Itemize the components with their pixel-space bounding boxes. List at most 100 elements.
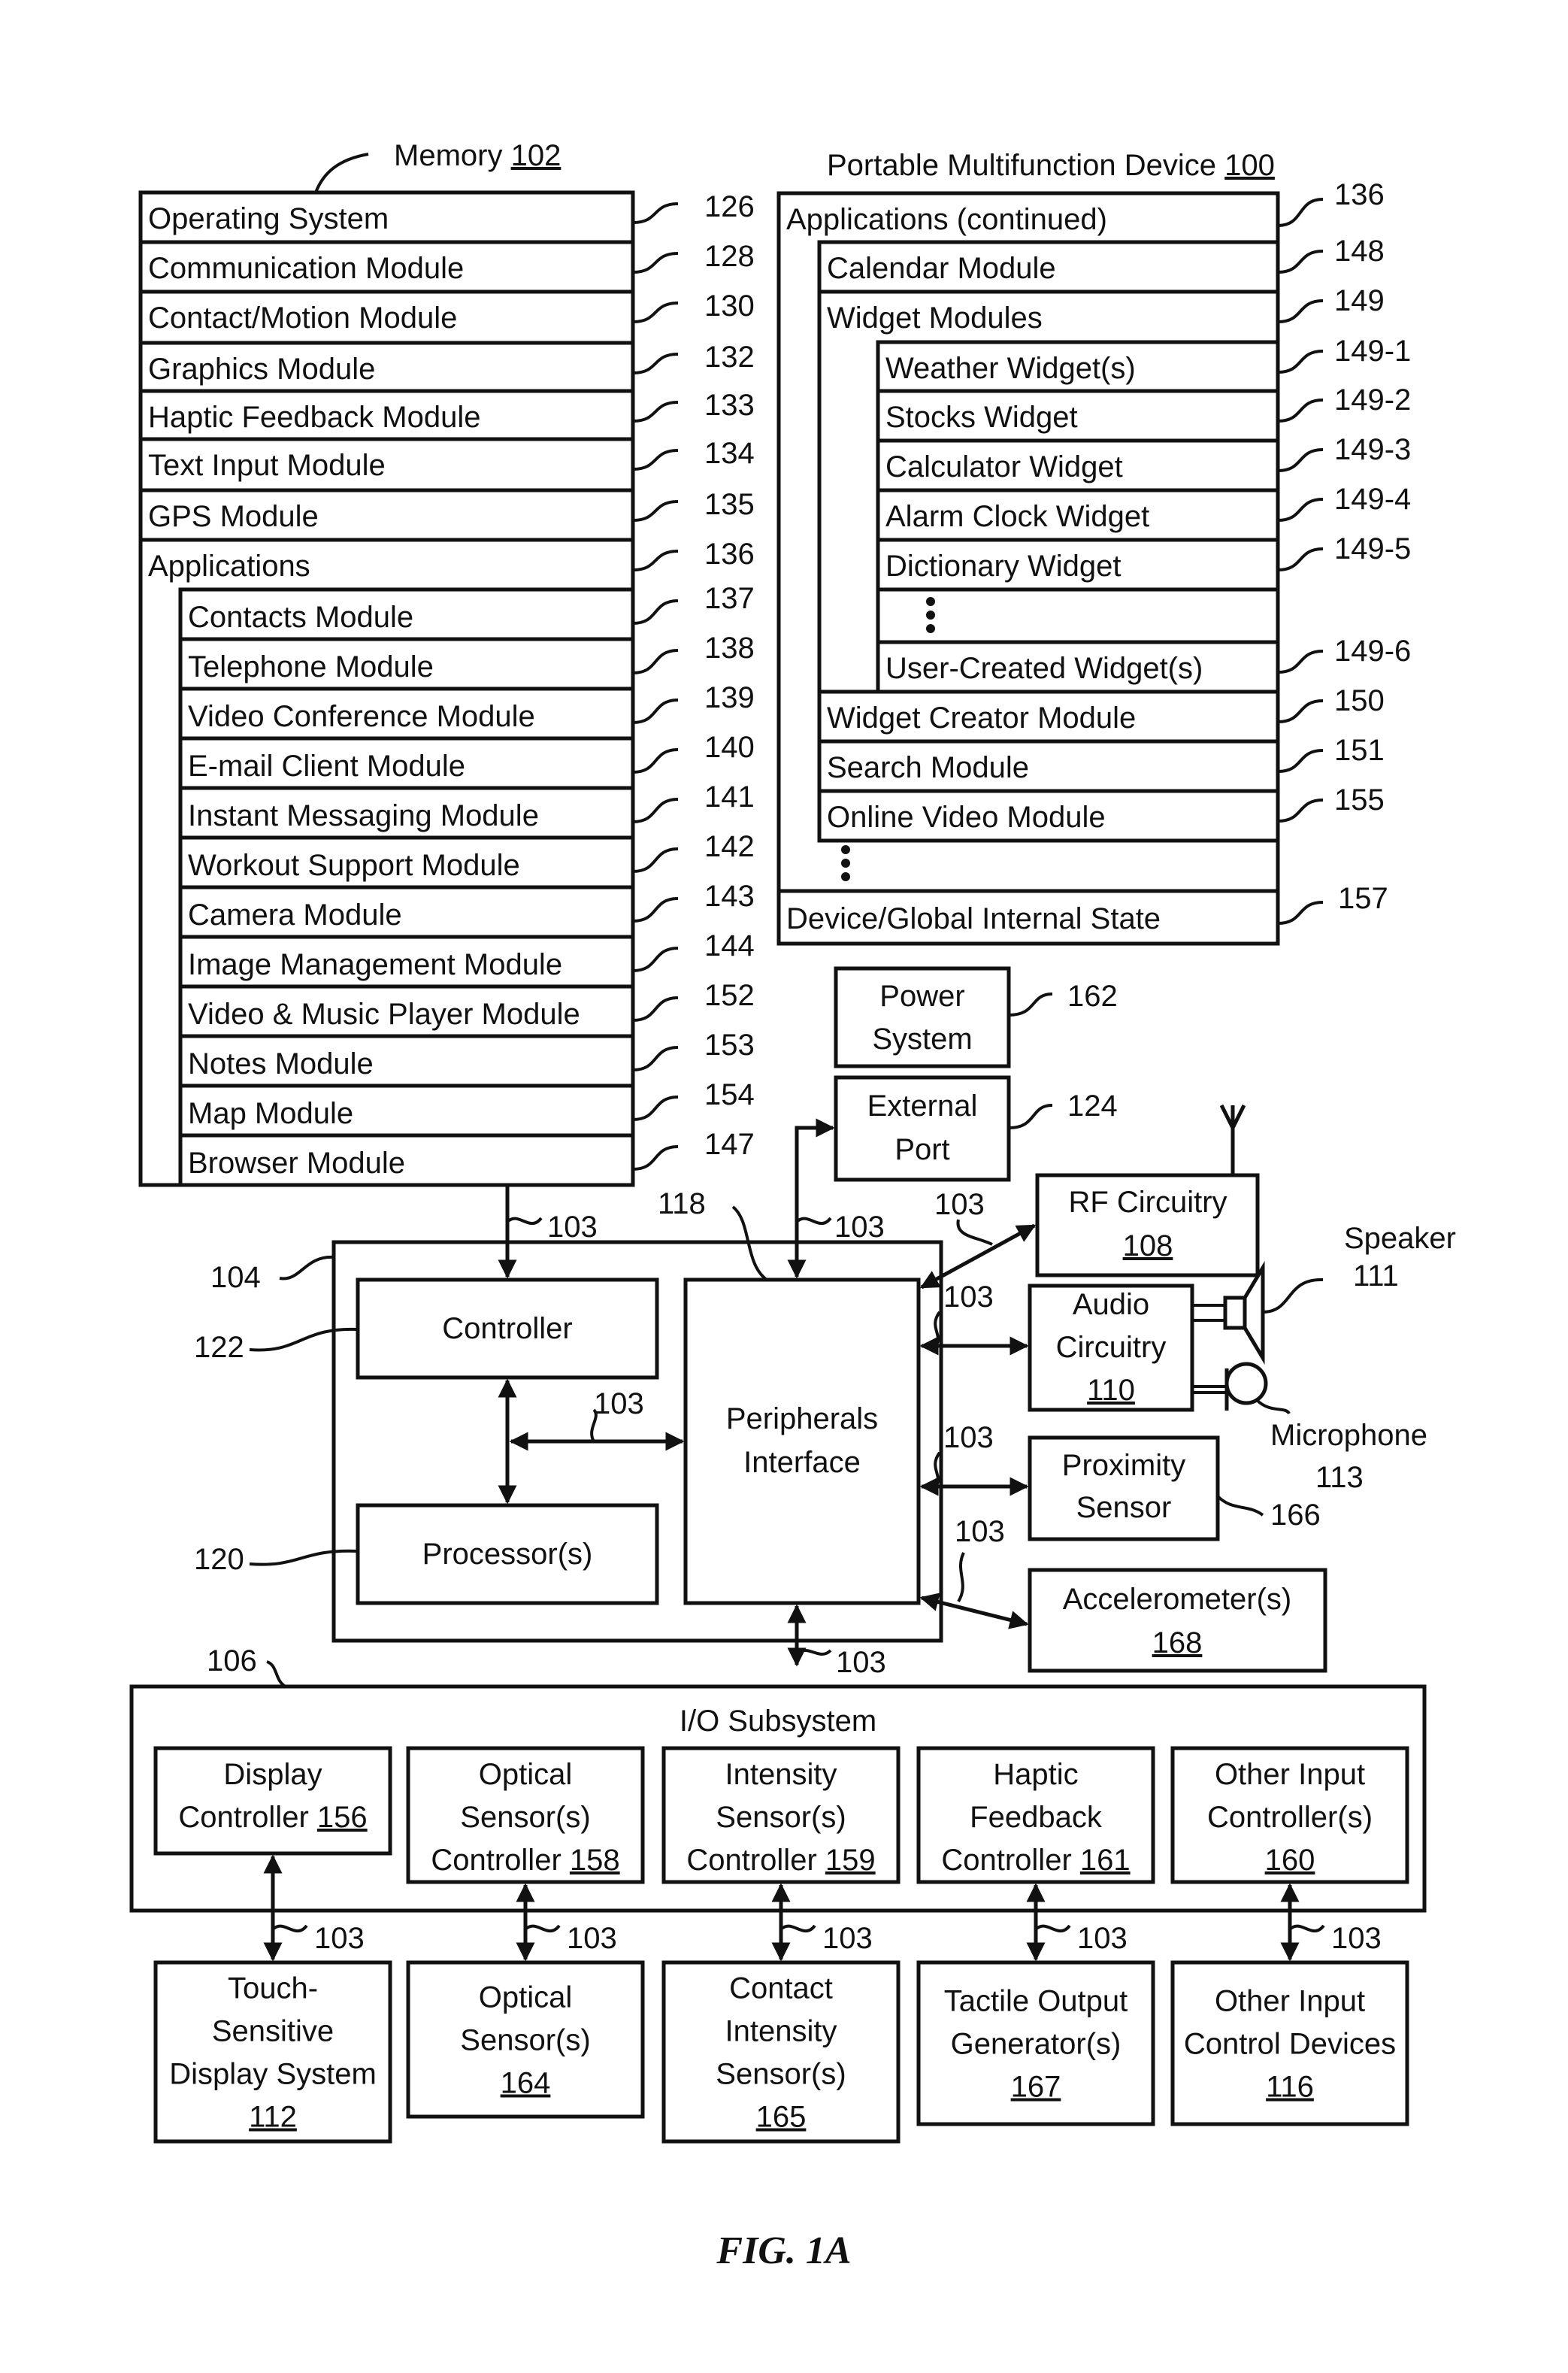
memory-item: Contact/Motion Module: [148, 302, 457, 335]
io-controller-label: Controller 156: [178, 1801, 367, 1834]
io-device-label: Sensor(s): [716, 2058, 846, 2091]
widget-item-ref: 149-2: [1334, 383, 1411, 417]
memory-item-ref: 135: [704, 488, 755, 521]
application-item-ref: 141: [704, 780, 755, 814]
ellipsis-dot: [841, 845, 850, 854]
chip-104: 104 Controller 122 Processor(s) 120 Peri…: [194, 1185, 943, 1679]
io-device-label: Intensity: [725, 2015, 837, 2048]
proximity-ref: 166: [1270, 1499, 1321, 1532]
chip-ref: 104: [210, 1261, 261, 1294]
io-device-number: 116: [1266, 2071, 1314, 2104]
microphone-label: Microphone: [1270, 1419, 1427, 1452]
module-item-ref: 155: [1334, 783, 1385, 817]
module-item: Widget Creator Module: [827, 702, 1136, 735]
memory-item: Communication Module: [148, 252, 464, 285]
peripherals-label-2: Interface: [743, 1446, 861, 1479]
io-device-label: Sensor(s): [460, 2024, 590, 2057]
application-item-ref: 153: [704, 1029, 755, 1062]
application-item: Image Management Module: [188, 948, 562, 981]
bus-ref: 103: [834, 1211, 885, 1244]
power-system: Power System 162: [834, 966, 1118, 1068]
application-item-ref: 142: [704, 830, 755, 863]
io-controller-label: Controller 159: [686, 1844, 875, 1877]
application-item-ref: 143: [704, 880, 755, 913]
external-port-label-2: Port: [894, 1133, 949, 1166]
io-device-number: 112: [249, 2101, 297, 2134]
widget-item: Stocks Widget: [885, 401, 1078, 434]
io-controller-label: Controller(s): [1207, 1801, 1373, 1834]
io-subsystem: I/O Subsystem 106 Display Controller 156 1…: [129, 1644, 1427, 2144]
ellipsis-dot: [926, 624, 935, 633]
io-device-label: Optical: [479, 1981, 573, 2014]
widget-item-ref: 149-3: [1334, 433, 1411, 466]
io-controller-number: 160: [1265, 1844, 1315, 1877]
application-item-ref: 154: [704, 1078, 755, 1111]
widget-item-ref: 149-1: [1334, 335, 1411, 368]
block-diagram: Memory 102 Operating System 126 Communicat…: [129, 139, 1456, 2272]
application-item-ref: 139: [704, 681, 755, 714]
io-title: I/O Subsystem: [680, 1705, 876, 1738]
internal-state-ref: 157: [1338, 882, 1388, 915]
bus-ref: 103: [1331, 1922, 1382, 1955]
ellipsis-dot: [841, 859, 850, 868]
applications-continued-ref: 136: [1334, 178, 1385, 211]
power-system-label-2: System: [872, 1023, 972, 1056]
bus-ref: 103: [943, 1421, 994, 1454]
widget-item: User-Created Widget(s): [885, 652, 1203, 685]
io-controller-label: Other Input: [1215, 1758, 1365, 1791]
io-device-label: Tactile Output: [944, 1985, 1128, 2018]
accelerometer-number: 168: [1152, 1626, 1203, 1659]
proximity-label-2: Sensor: [1076, 1491, 1172, 1524]
memory-item-ref: 133: [704, 389, 755, 422]
io-device-number: 167: [1011, 2071, 1061, 2104]
widget-item-ref: 149-6: [1334, 635, 1411, 668]
internal-state-label: Device/Global Internal State: [786, 902, 1161, 935]
io-controller-label: Intensity: [725, 1758, 837, 1791]
microphone-icon: [1192, 1362, 1268, 1411]
bus-ref: 103: [955, 1515, 1005, 1548]
widget-item: Calculator Widget: [885, 450, 1123, 483]
module-item-ref: 150: [1334, 684, 1385, 717]
memory-item: Text Input Module: [148, 449, 386, 482]
bus-ref: 103: [567, 1922, 617, 1955]
antenna-icon: [1219, 1104, 1246, 1175]
ellipsis-dot: [926, 597, 935, 606]
memory-item: GPS Module: [148, 500, 319, 533]
io-controller-label: Sensor(s): [716, 1801, 846, 1834]
memory-item: Graphics Module: [148, 353, 375, 386]
io-controller-label: Feedback: [970, 1801, 1103, 1834]
bus-ref: 103: [547, 1211, 598, 1244]
controller-ref: 122: [194, 1331, 244, 1364]
external-port-ref: 124: [1067, 1090, 1118, 1123]
application-item-ref: 140: [704, 731, 755, 764]
bus-ref: 103: [934, 1188, 985, 1221]
accelerometer-label: Accelerometer(s): [1063, 1583, 1292, 1616]
application-item-ref: 138: [704, 632, 755, 665]
application-item: Contacts Module: [188, 601, 413, 634]
io-device-label: Other Input: [1215, 1985, 1365, 2018]
io-device-label: Touch-: [228, 1972, 318, 2005]
figure-caption: FIG. 1A: [716, 2229, 851, 2272]
io-controller-label: Display: [223, 1758, 322, 1791]
memory-item: Haptic Feedback Module: [148, 401, 480, 434]
bus-ref: 103: [836, 1646, 886, 1679]
io-device-label: Display System: [169, 2058, 377, 2091]
calendar-module: Calendar Module: [827, 252, 1056, 285]
application-item: Workout Support Module: [188, 849, 520, 882]
power-system-label-1: Power: [879, 980, 964, 1013]
peripherals-ref: 118: [658, 1187, 706, 1220]
bus-ref: 103: [822, 1922, 873, 1955]
application-item: Telephone Module: [188, 650, 434, 683]
io-controller-label: Optical: [479, 1758, 573, 1791]
peripherals-label-1: Peripherals: [726, 1402, 878, 1435]
speaker-icon: [1192, 1260, 1265, 1365]
io-controller-label: Haptic: [993, 1758, 1078, 1791]
io-device-label: Generator(s): [951, 2028, 1122, 2061]
module-item-ref: 151: [1334, 734, 1385, 767]
application-item-ref: 137: [704, 582, 755, 615]
application-item-ref: 144: [704, 929, 755, 962]
io-device-label: Control Devices: [1184, 2028, 1396, 2061]
io-device-label: Contact: [729, 1972, 833, 2005]
io-controller-label: Controller 161: [941, 1844, 1130, 1877]
widget-item: Alarm Clock Widget: [885, 500, 1149, 533]
